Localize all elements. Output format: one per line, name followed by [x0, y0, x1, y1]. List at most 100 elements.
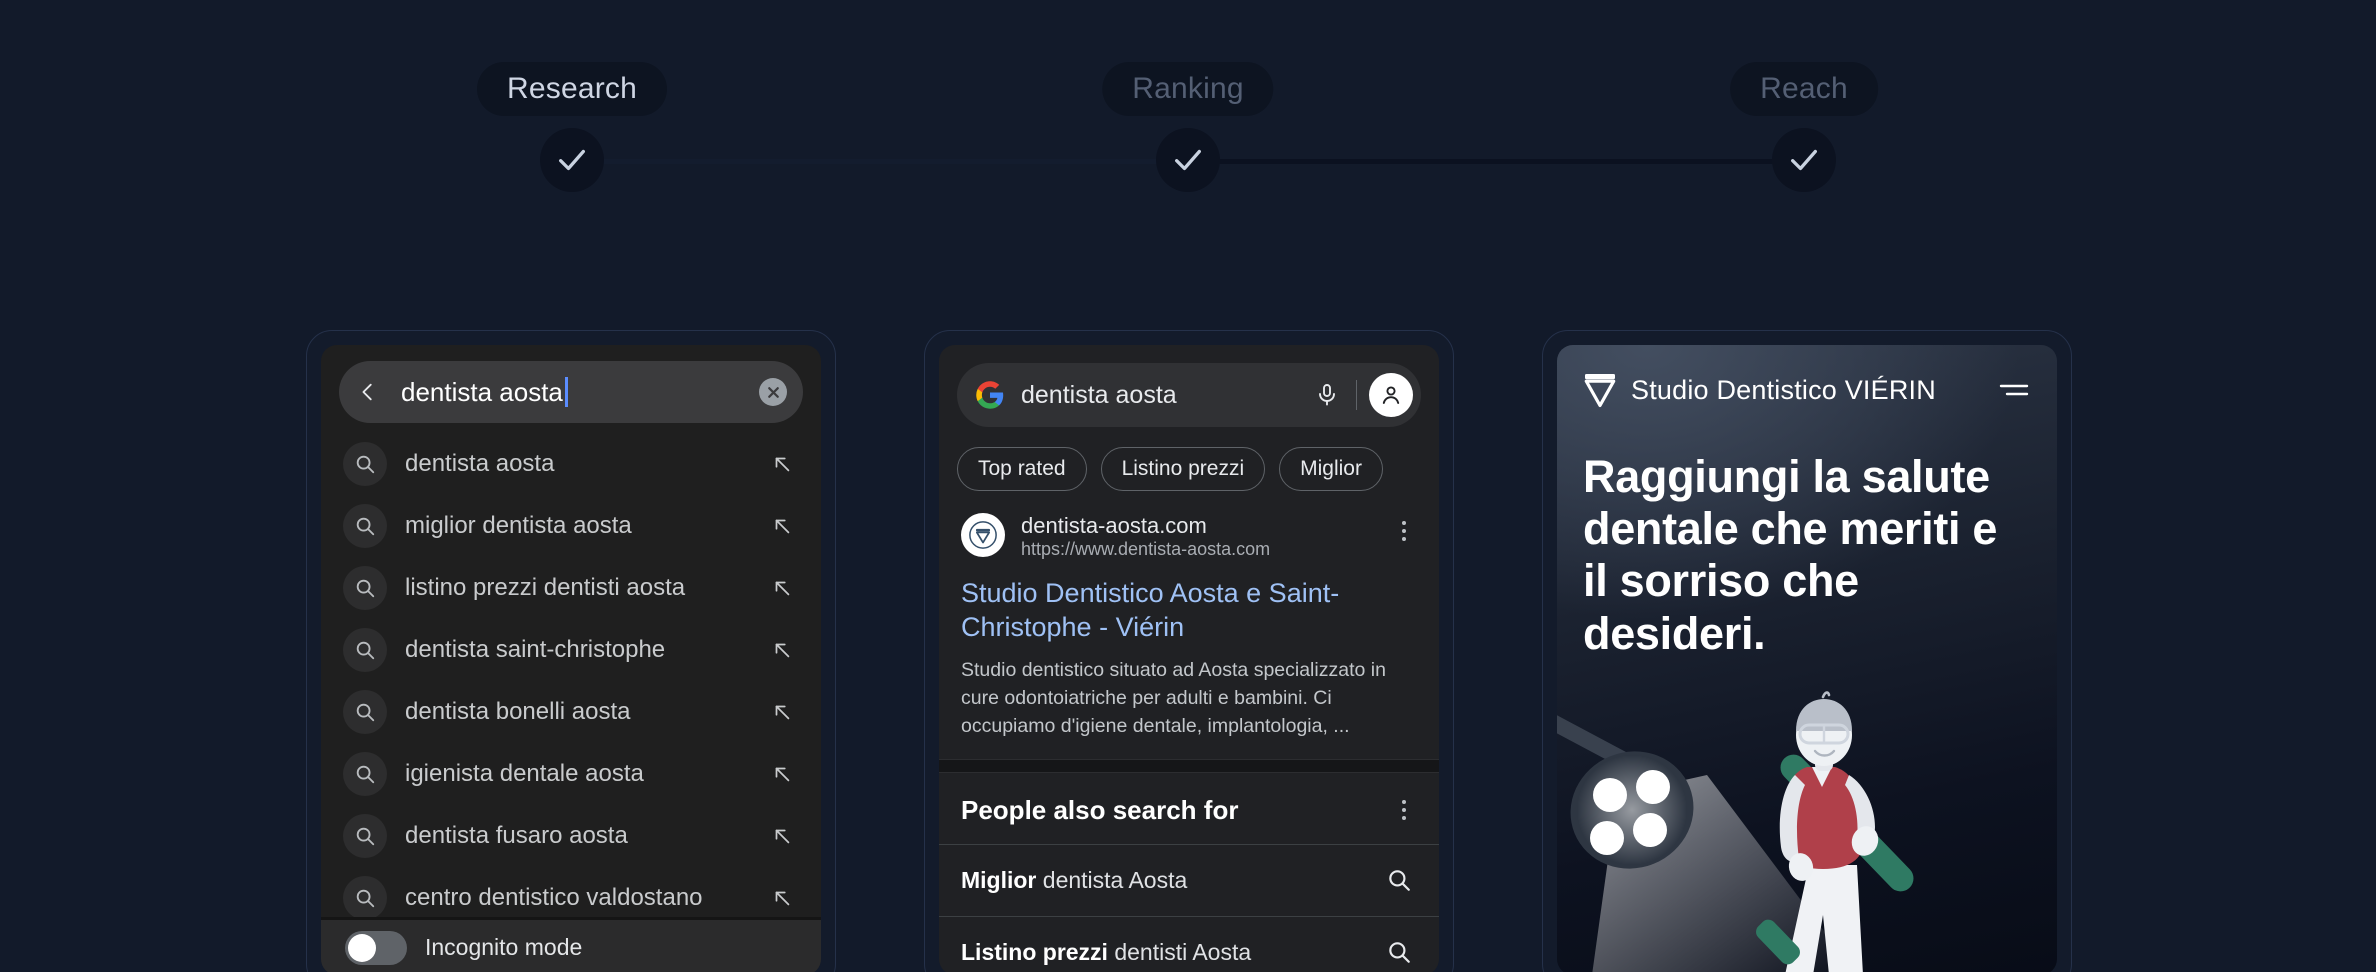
site-brand-name: Studio Dentistico VIÉRIN — [1617, 375, 1997, 406]
suggest-search-bar[interactable]: dentista aosta — [339, 361, 803, 423]
clear-circle-icon[interactable] — [759, 378, 787, 406]
incognito-toggle[interactable] — [345, 931, 407, 965]
search-icon — [343, 690, 387, 734]
divider — [1356, 380, 1357, 410]
arrow-up-left-icon[interactable] — [767, 515, 797, 537]
stepper-node-ranking[interactable] — [1156, 128, 1220, 192]
stepper-node-reach[interactable] — [1772, 128, 1836, 192]
result-site-url: https://www.dentista-aosta.com — [1021, 538, 1391, 561]
arrow-up-left-icon[interactable] — [767, 453, 797, 475]
google-logo-icon — [975, 380, 1005, 410]
phone-frame-search-suggestions: dentista aosta dentista aosta — [306, 330, 836, 972]
related-search-rest: dentisti Aosta — [1108, 939, 1251, 965]
result-site-name: dentista-aosta.com — [1021, 513, 1391, 538]
list-item[interactable]: listino prezzi dentisti aosta — [321, 557, 821, 619]
suggestion-label: dentista aosta — [387, 450, 767, 478]
arrow-up-left-icon[interactable] — [767, 577, 797, 599]
arrow-up-left-icon[interactable] — [767, 763, 797, 785]
stepper-label-reach[interactable]: Reach — [1730, 62, 1878, 116]
stepper-label-ranking[interactable]: Ranking — [1102, 62, 1273, 116]
list-item[interactable]: Miglior dentista Aosta — [939, 844, 1439, 916]
phone-frame-search-results: dentista aosta Top rated Listino prezzi … — [924, 330, 1454, 972]
list-item[interactable]: dentista saint-christophe — [321, 619, 821, 681]
search-icon — [343, 566, 387, 610]
google-suggest-screen: dentista aosta dentista aosta — [321, 345, 821, 972]
filter-chip-row: Top rated Listino prezzi Miglior — [939, 427, 1439, 491]
check-icon — [1787, 143, 1821, 177]
google-serp-screen: dentista aosta Top rated Listino prezzi … — [939, 345, 1439, 972]
search-result-item[interactable]: dentista-aosta.com https://www.dentista-… — [939, 491, 1439, 759]
list-item[interactable]: miglior dentista aosta — [321, 495, 821, 557]
search-icon — [343, 814, 387, 858]
dental-website-screen: Studio Dentistico VIÉRIN Raggiungi la sa… — [1557, 345, 2057, 972]
check-icon — [555, 143, 589, 177]
list-item[interactable]: dentista aosta — [321, 433, 821, 495]
suggestion-label: dentista fusaro aosta — [387, 822, 767, 850]
progress-stepper: Research Ranking Reach — [0, 0, 2376, 230]
filter-chip-top-rated[interactable]: Top rated — [957, 447, 1087, 491]
more-vertical-icon[interactable] — [1391, 513, 1417, 543]
vierin-triangle-logo-icon[interactable] — [1583, 371, 1617, 409]
search-icon[interactable] — [1381, 867, 1417, 893]
vierin-favicon-icon — [961, 513, 1005, 557]
list-item[interactable]: dentista bonelli aosta — [321, 681, 821, 743]
stepper-connector-1 — [572, 159, 1188, 164]
suggestion-label: listino prezzi dentisti aosta — [387, 574, 767, 602]
toggle-knob — [348, 934, 376, 962]
serp-search-bar[interactable]: dentista aosta — [957, 363, 1421, 427]
related-search-bold: Miglior — [961, 867, 1036, 893]
related-search-bold: Listino prezzi — [961, 939, 1108, 965]
suggestion-label: igienista dentale aosta — [387, 760, 767, 788]
search-icon — [343, 504, 387, 548]
arrow-up-left-icon[interactable] — [767, 825, 797, 847]
arrow-up-left-icon[interactable] — [767, 887, 797, 909]
hamburger-menu-icon[interactable] — [1997, 378, 2031, 402]
list-item[interactable]: Listino prezzi dentisti Aosta — [939, 916, 1439, 972]
people-also-search-header: People also search for — [939, 773, 1439, 830]
list-item[interactable]: igienista dentale aosta — [321, 743, 821, 805]
suggestion-label: miglior dentista aosta — [387, 512, 767, 540]
result-header: dentista-aosta.com https://www.dentista-… — [961, 513, 1417, 562]
stepper-label-research[interactable]: Research — [477, 62, 667, 116]
back-chevron-icon[interactable] — [349, 375, 387, 409]
result-title-link[interactable]: Studio Dentistico Aosta e Saint-Christop… — [961, 576, 1417, 644]
search-icon — [343, 628, 387, 672]
search-icon — [343, 876, 387, 920]
check-icon — [1171, 143, 1205, 177]
stepper-labels: Research Ranking Reach — [0, 62, 2376, 122]
search-icon — [343, 442, 387, 486]
stepper-connector-2 — [1188, 159, 1804, 164]
incognito-mode-bar[interactable]: Incognito mode — [321, 917, 821, 972]
people-also-search-title: People also search for — [961, 795, 1391, 826]
suggestion-label: centro dentistico valdostano — [387, 884, 767, 912]
search-input[interactable]: dentista aosta — [387, 377, 759, 408]
text-cursor — [565, 377, 568, 407]
microphone-icon[interactable] — [1310, 379, 1344, 411]
related-search-label: Miglior dentista Aosta — [961, 867, 1381, 894]
account-avatar-icon[interactable] — [1369, 373, 1413, 417]
suggestion-list: dentista aosta miglior dentista aosta — [321, 429, 821, 929]
search-input-value: dentista aosta — [401, 377, 563, 408]
result-site-info: dentista-aosta.com https://www.dentista-… — [1005, 513, 1391, 562]
phone-frame-website: Studio Dentistico VIÉRIN Raggiungi la sa… — [1542, 330, 2072, 972]
filter-chip-miglior[interactable]: Miglior — [1279, 447, 1383, 491]
dentist-with-toothbrush-and-lamp-illustration — [1557, 675, 2057, 972]
arrow-up-left-icon[interactable] — [767, 701, 797, 723]
suggestion-label: dentista bonelli aosta — [387, 698, 767, 726]
arrow-up-left-icon[interactable] — [767, 639, 797, 661]
suggestion-label: dentista saint-christophe — [387, 636, 767, 664]
hero-heading: Raggiungi la salute dentale che meriti e… — [1557, 409, 2057, 660]
section-separator — [939, 759, 1439, 773]
stepper-node-research[interactable] — [540, 128, 604, 192]
list-item[interactable]: dentista fusaro aosta — [321, 805, 821, 867]
site-navbar: Studio Dentistico VIÉRIN — [1557, 345, 2057, 409]
result-snippet: Studio dentistico situato ad Aosta speci… — [961, 656, 1417, 741]
search-icon[interactable] — [1381, 939, 1417, 965]
related-search-rest: dentista Aosta — [1036, 867, 1187, 893]
related-search-label: Listino prezzi dentisti Aosta — [961, 939, 1381, 966]
more-vertical-icon[interactable] — [1391, 798, 1417, 822]
filter-chip-listino-prezzi[interactable]: Listino prezzi — [1101, 447, 1266, 491]
serp-search-input[interactable]: dentista aosta — [1005, 381, 1310, 410]
search-icon — [343, 752, 387, 796]
incognito-label: Incognito mode — [407, 934, 582, 961]
